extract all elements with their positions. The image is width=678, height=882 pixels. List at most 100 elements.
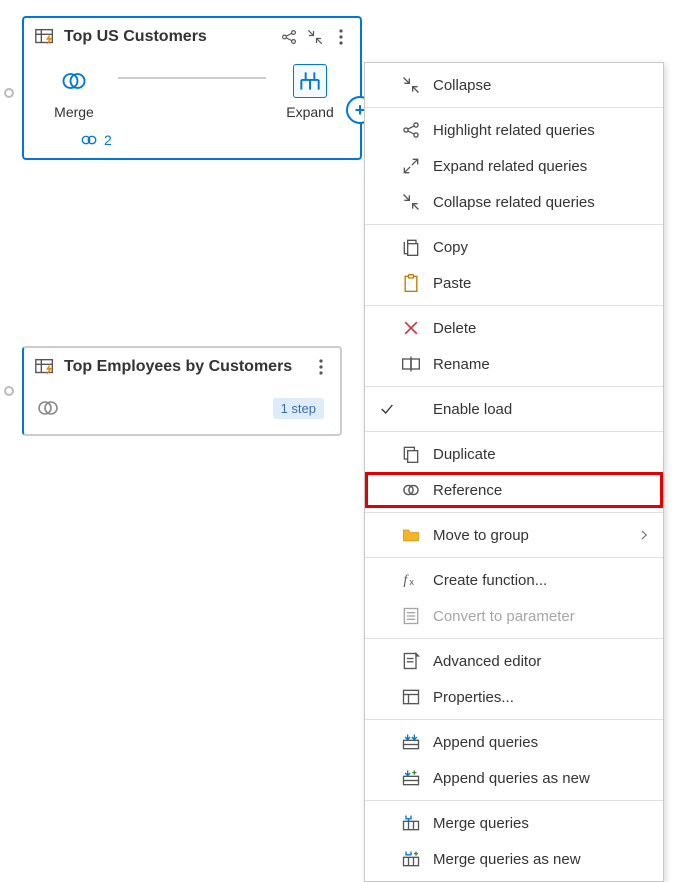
fx-icon (401, 570, 421, 590)
step-expand[interactable]: Expand (270, 64, 350, 120)
card1-ref-count: 2 (104, 132, 112, 148)
expand-related-icon (401, 156, 421, 176)
menu-item-label: Advanced editor (433, 653, 651, 670)
reference-link-icon (80, 132, 98, 148)
menu-separator (365, 638, 663, 639)
more-icon[interactable] (312, 358, 330, 376)
table-lightning-icon (34, 356, 56, 378)
menu-separator (365, 557, 663, 558)
menu-item-duplicate[interactable]: Duplicate (365, 436, 663, 472)
menu-item-delete[interactable]: Delete (365, 310, 663, 346)
duplicate-icon (401, 444, 421, 464)
card1-body: Merge Expand + (24, 56, 360, 132)
menu-item-advanced-editor[interactable]: Advanced editor (365, 643, 663, 679)
menu-item-move-to-group[interactable]: Move to group (365, 517, 663, 553)
merge-q-icon (401, 813, 421, 833)
menu-item-paste[interactable]: Paste (365, 265, 663, 301)
menu-item-properties[interactable]: Properties... (365, 679, 663, 715)
menu-item-append-queries-as-new[interactable]: Append queries as new (365, 760, 663, 796)
card1-reference-row[interactable]: 2 (24, 132, 360, 158)
menu-separator (365, 305, 663, 306)
share-icon[interactable] (280, 28, 298, 46)
props-icon (401, 687, 421, 707)
merge-q-new-icon (401, 849, 421, 869)
menu-item-label: Paste (433, 275, 651, 292)
step-expand-label: Expand (286, 104, 333, 120)
merge-icon-small[interactable] (34, 394, 62, 422)
menu-item-collapse[interactable]: Collapse (365, 67, 663, 103)
paste-icon (401, 273, 421, 293)
menu-item-label: Delete (433, 320, 651, 337)
reference-icon (401, 480, 421, 500)
copy-icon (401, 237, 421, 257)
menu-item-label: Duplicate (433, 446, 651, 463)
menu-item-enable-load[interactable]: Enable load (365, 391, 663, 427)
folder-icon (401, 525, 421, 545)
menu-item-label: Create function... (433, 572, 651, 589)
more-icon[interactable] (332, 28, 350, 46)
menu-item-merge-queries[interactable]: Merge queries (365, 805, 663, 841)
merge-icon (60, 67, 88, 95)
menu-item-label: Reference (433, 482, 651, 499)
menu-separator (365, 719, 663, 720)
menu-separator (365, 224, 663, 225)
collapse-related-icon (401, 192, 421, 212)
append-icon (401, 732, 421, 752)
menu-separator (365, 386, 663, 387)
query-card-top-us-customers[interactable]: Top US Customers (22, 16, 362, 160)
param-icon (401, 606, 421, 626)
menu-item-label: Copy (433, 239, 651, 256)
menu-separator (365, 800, 663, 801)
menu-item-label: Expand related queries (433, 158, 651, 175)
expand-icon (297, 68, 323, 94)
menu-item-label: Convert to parameter (433, 608, 651, 625)
lead-dot-1 (4, 88, 14, 98)
menu-item-label: Rename (433, 356, 651, 373)
collapse-icon (401, 75, 421, 95)
card2-title: Top Employees by Customers (64, 358, 292, 376)
menu-item-label: Enable load (433, 401, 651, 418)
menu-separator (365, 512, 663, 513)
lead-dot-2 (4, 386, 14, 396)
card1-header: Top US Customers (24, 18, 360, 56)
highlight-related-icon (401, 120, 421, 140)
menu-item-label: Highlight related queries (433, 122, 651, 139)
menu-item-convert-to-parameter: Convert to parameter (365, 598, 663, 634)
card2-body: 1 step (24, 386, 340, 434)
context-menu: Collapse Highlight related queries Expand … (364, 62, 664, 882)
menu-item-label: Merge queries as new (433, 851, 651, 868)
step-merge-label: Merge (54, 104, 94, 120)
table-lightning-icon (34, 26, 56, 48)
append-new-icon (401, 768, 421, 788)
menu-item-label: Append queries (433, 734, 651, 751)
menu-item-label: Collapse related queries (433, 194, 651, 211)
menu-item-highlight-related-queries[interactable]: Highlight related queries (365, 112, 663, 148)
menu-item-label: Move to group (433, 527, 625, 544)
chevron-right-icon (637, 528, 651, 542)
delete-icon (401, 318, 421, 338)
step-count-badge: 1 step (273, 398, 324, 419)
card1-title: Top US Customers (64, 28, 207, 46)
query-card-top-employees[interactable]: Top Employees by Customers 1 step (22, 346, 342, 436)
menu-separator (365, 107, 663, 108)
menu-item-copy[interactable]: Copy (365, 229, 663, 265)
check-slot (377, 401, 397, 417)
menu-item-rename[interactable]: Rename (365, 346, 663, 382)
menu-item-collapse-related-queries[interactable]: Collapse related queries (365, 184, 663, 220)
menu-item-merge-queries-as-new[interactable]: Merge queries as new (365, 841, 663, 877)
blank-icon (401, 399, 421, 419)
menu-item-reference[interactable]: Reference (365, 472, 663, 508)
rename-icon (401, 354, 421, 374)
step-connector (118, 77, 266, 79)
step-merge[interactable]: Merge (34, 64, 114, 120)
menu-item-label: Append queries as new (433, 770, 651, 787)
advanced-icon (401, 651, 421, 671)
menu-separator (365, 431, 663, 432)
menu-item-label: Collapse (433, 77, 651, 94)
collapse-arrows-icon[interactable] (306, 28, 324, 46)
menu-item-expand-related-queries[interactable]: Expand related queries (365, 148, 663, 184)
card2-header: Top Employees by Customers (24, 348, 340, 386)
menu-item-label: Properties... (433, 689, 651, 706)
menu-item-append-queries[interactable]: Append queries (365, 724, 663, 760)
menu-item-create-function[interactable]: Create function... (365, 562, 663, 598)
